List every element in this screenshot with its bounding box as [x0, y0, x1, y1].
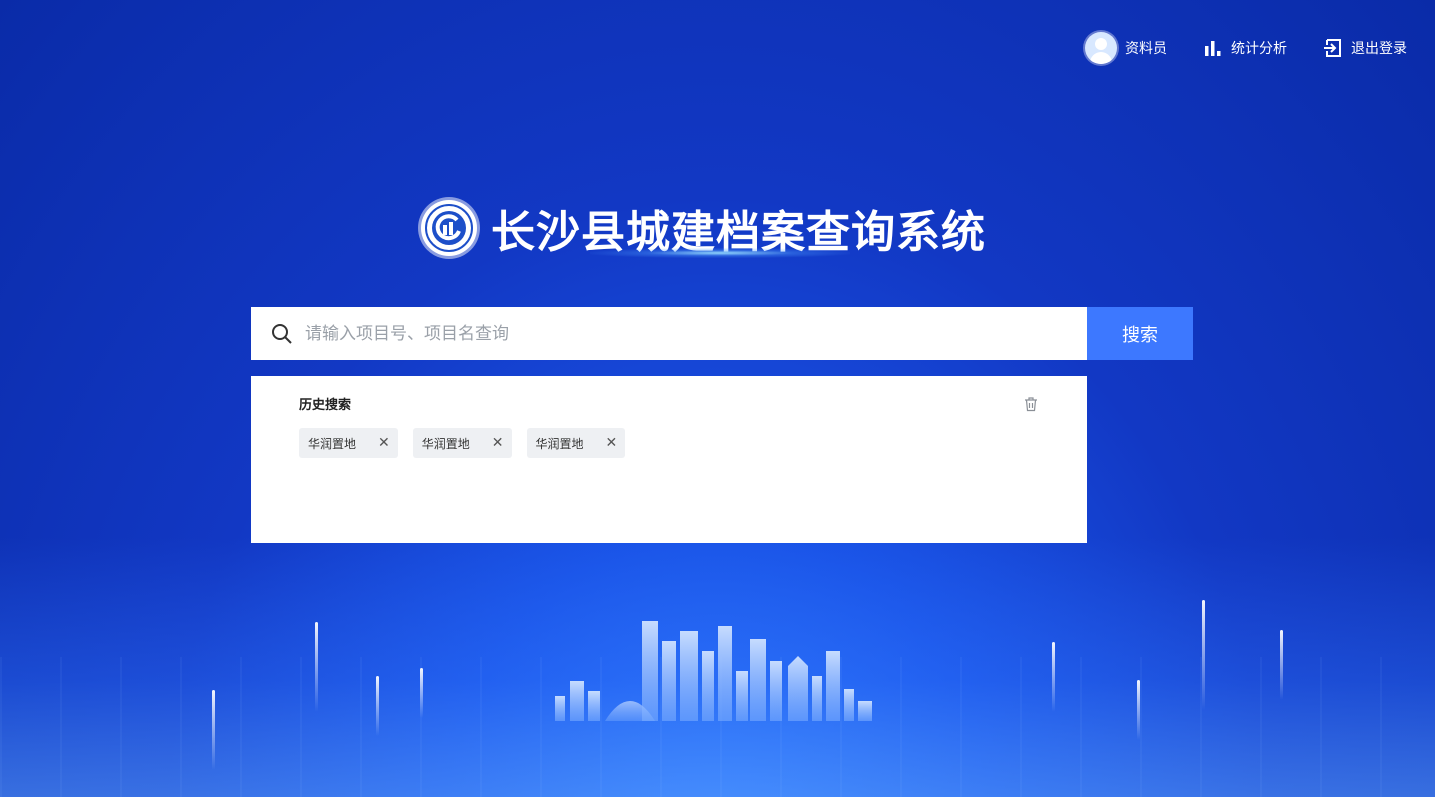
stats-analysis-label: 统计分析	[1231, 41, 1287, 57]
title-underline-glow	[590, 248, 850, 258]
user-avatar	[1085, 32, 1117, 64]
logout-icon	[1324, 39, 1341, 57]
history-tags: 华润置地 ✕ 华润置地 ✕ 华润置地 ✕	[299, 428, 1039, 458]
stats-analysis-link[interactable]: 统计分析	[1203, 38, 1287, 58]
close-icon[interactable]: ✕	[492, 436, 504, 450]
light-beam	[376, 676, 379, 736]
search-box	[251, 307, 1087, 360]
history-tag-label: 华润置地	[535, 436, 584, 451]
history-tag-label: 华润置地	[421, 436, 470, 451]
top-navigation: 资料员 统计分析 退出登录	[1085, 32, 1407, 64]
close-icon[interactable]: ✕	[378, 436, 390, 450]
trash-icon[interactable]	[1023, 396, 1039, 412]
search-icon	[272, 323, 292, 344]
light-beam	[1280, 630, 1283, 700]
history-tag[interactable]: 华润置地 ✕	[412, 428, 512, 458]
logout-button[interactable]: 退出登录	[1323, 38, 1407, 58]
search-history-panel: 历史搜索 华润置地 ✕ 华润置地 ✕ 华润置地 ✕	[251, 376, 1087, 543]
search-button[interactable]: 搜索	[1087, 307, 1193, 360]
search-input[interactable]	[303, 322, 1087, 345]
light-beam	[1052, 642, 1055, 712]
light-beam	[1137, 680, 1140, 740]
city-skyline-illustration	[555, 621, 872, 721]
system-logo	[421, 200, 477, 256]
user-menu[interactable]: 资料员	[1085, 32, 1167, 64]
light-beam	[212, 690, 215, 770]
logout-label: 退出登录	[1351, 41, 1407, 57]
history-tag-label: 华润置地	[308, 436, 357, 451]
search-bar: 搜索	[251, 307, 1193, 360]
history-title: 历史搜索	[299, 398, 352, 413]
history-tag[interactable]: 华润置地 ✕	[526, 428, 626, 458]
bar-chart-icon	[1205, 41, 1221, 56]
user-role-label: 资料员	[1125, 41, 1167, 57]
close-icon[interactable]: ✕	[606, 436, 618, 450]
light-beam	[1202, 600, 1205, 710]
light-beam	[315, 622, 318, 712]
history-tag[interactable]: 华润置地 ✕	[299, 428, 398, 458]
light-beam	[420, 668, 423, 718]
